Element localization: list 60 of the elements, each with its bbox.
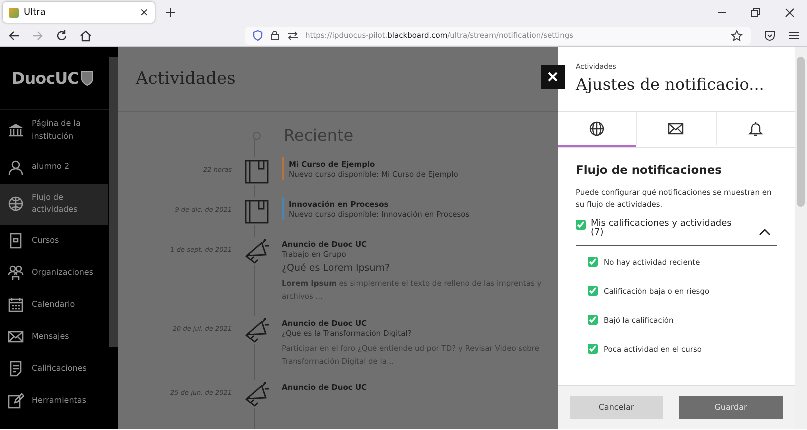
notebook-icon	[8, 233, 24, 250]
checkbox[interactable]	[576, 220, 586, 230]
sidebar-item[interactable]: Calendario	[0, 289, 108, 322]
reload-icon[interactable]	[56, 30, 68, 42]
people-icon	[8, 265, 24, 282]
tab-title: Ultra	[24, 8, 47, 18]
sidebar-item[interactable]: Flujo de actividades	[0, 184, 108, 226]
logo-text: DuocUC	[12, 68, 79, 88]
sidebar-item[interactable]: alumno 2	[0, 152, 108, 184]
item-heading: ¿Qué es Lorem Ipsum?	[282, 263, 392, 274]
checkbox[interactable]	[588, 315, 598, 325]
checkbox[interactable]	[588, 344, 598, 354]
sidebar-item[interactable]: Cursos	[0, 225, 108, 258]
user-icon	[8, 160, 24, 176]
document-icon	[8, 361, 24, 378]
sidebar-item[interactable]: Herramientas	[0, 385, 108, 418]
new-tab-button[interactable]: +	[165, 4, 177, 20]
scrollbar[interactable]	[795, 47, 807, 429]
lock-icon	[270, 30, 280, 41]
permissions-icon	[286, 30, 298, 40]
pocket-icon[interactable]	[764, 30, 775, 42]
megaphone-icon	[244, 239, 270, 265]
close-icon[interactable]	[785, 8, 795, 18]
group-label: Mis calificaciones y actividades (7)	[591, 220, 733, 238]
edit-icon	[8, 393, 24, 410]
scrollbar[interactable]	[109, 57, 118, 347]
megaphone-icon	[244, 318, 270, 344]
star-icon[interactable]	[730, 30, 743, 42]
envelope-icon	[668, 120, 684, 136]
sidebar-item[interactable]: Organizaciones	[0, 257, 108, 290]
page-title: Actividades	[136, 69, 236, 89]
close-icon	[548, 72, 558, 82]
cancel-button[interactable]: Cancelar	[570, 396, 663, 419]
sidebar-item[interactable]: Calificaciones	[0, 353, 108, 386]
menu-icon[interactable]	[788, 30, 800, 42]
envelope-icon	[8, 329, 24, 346]
checkbox[interactable]	[588, 286, 598, 296]
favicon-icon	[9, 8, 19, 18]
panel-title: Ajustes de notificacio...	[576, 75, 766, 94]
close-button[interactable]	[541, 65, 565, 89]
course-book-icon	[244, 159, 270, 185]
checkbox[interactable]	[588, 257, 598, 267]
sidebar-item[interactable]: Página de la institución	[0, 110, 108, 152]
sidebar-item[interactable]: Mensajes	[0, 321, 108, 354]
restore-icon[interactable]	[751, 8, 761, 18]
shield-icon	[252, 30, 262, 41]
globe-icon	[8, 196, 24, 212]
section-title: Flujo de notificaciones	[576, 163, 723, 177]
megaphone-icon	[244, 382, 270, 408]
crest-icon	[80, 70, 94, 86]
close-tab-button[interactable]: ×	[140, 6, 149, 19]
calendar-icon	[8, 297, 24, 314]
save-button[interactable]: Guardar	[679, 396, 783, 419]
browser-tab[interactable]: Ultra ×	[3, 2, 155, 23]
bank-icon	[8, 122, 24, 139]
course-book-icon	[244, 199, 270, 225]
globe-icon	[589, 120, 606, 136]
home-icon[interactable]	[80, 30, 92, 42]
bell-icon	[748, 120, 764, 136]
back-icon[interactable]	[8, 30, 20, 42]
